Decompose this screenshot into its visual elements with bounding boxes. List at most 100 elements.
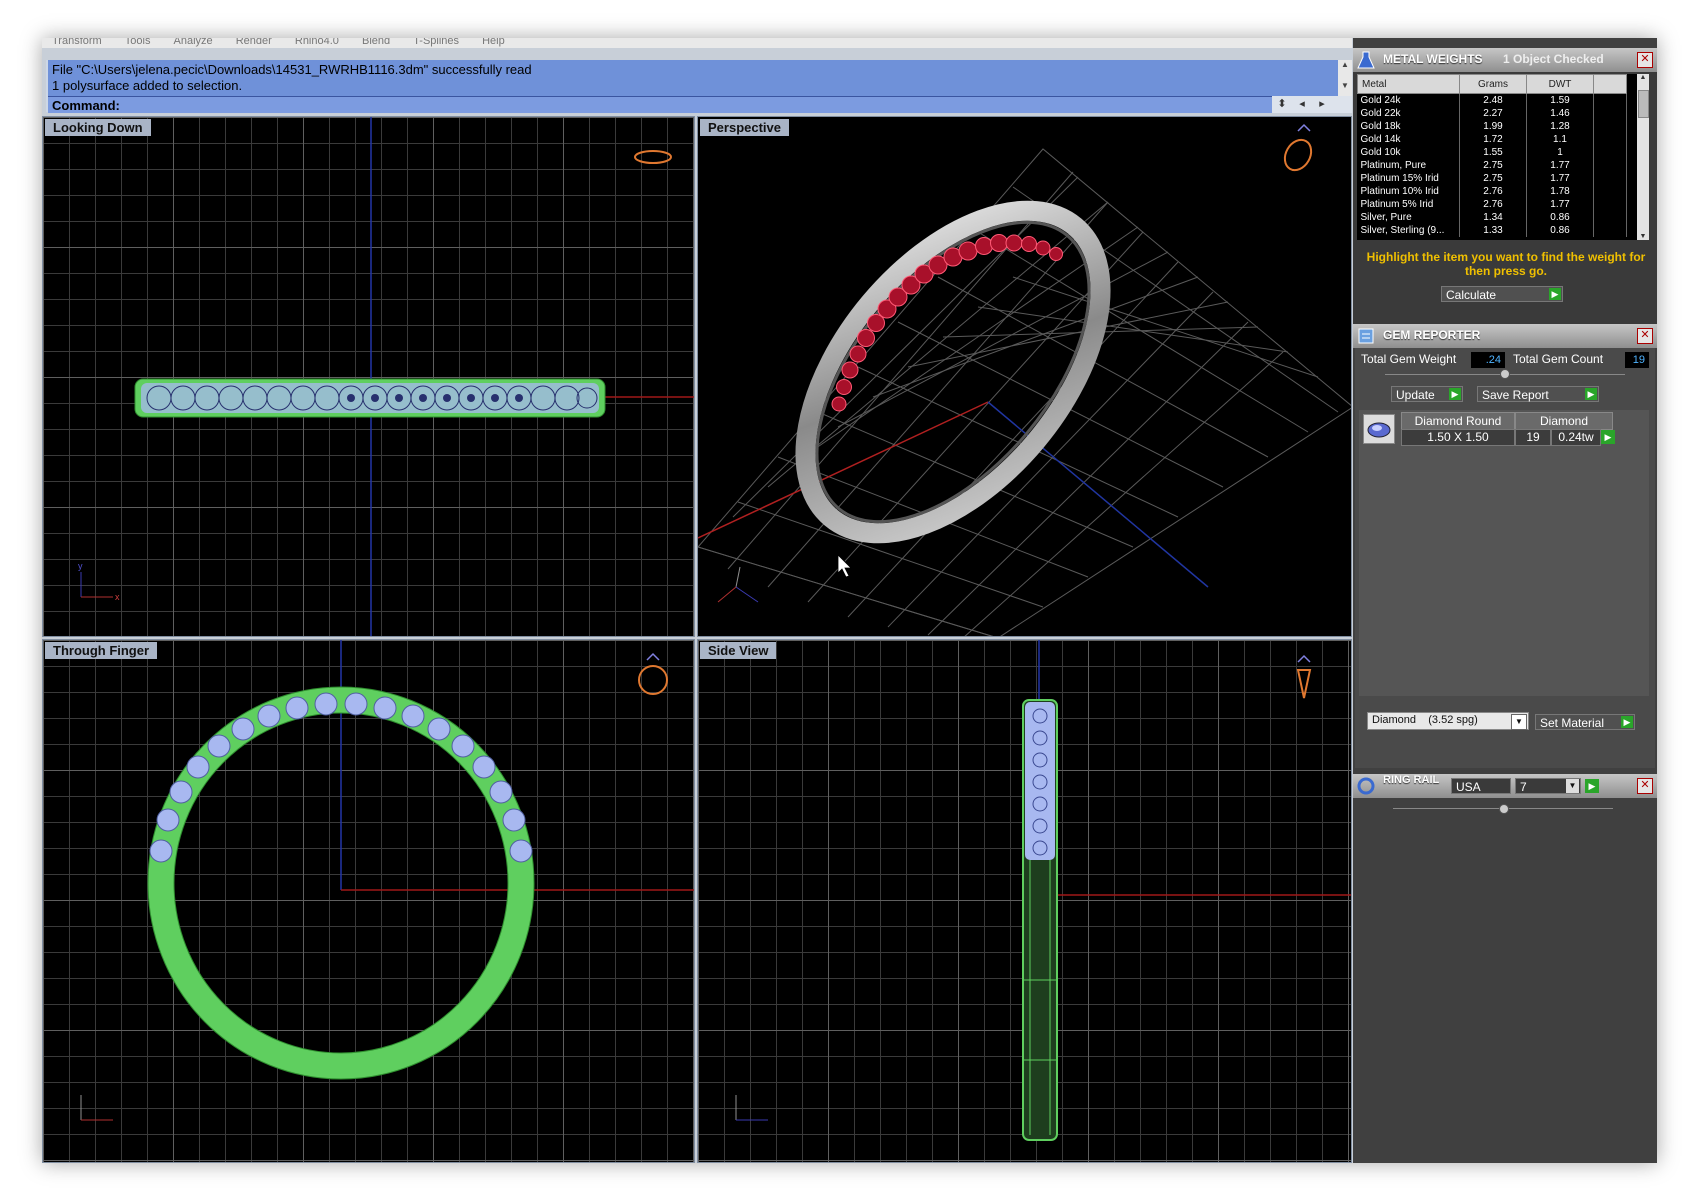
command-history: File "C:\Users\jelena.pecic\Downloads\14… bbox=[48, 60, 1338, 96]
flask-icon bbox=[1356, 50, 1376, 70]
row-spacer bbox=[1593, 146, 1627, 159]
chevron-down-icon[interactable]: ▼ bbox=[1566, 779, 1579, 793]
play-icon[interactable]: ▶ bbox=[1585, 388, 1597, 400]
command-area: File "C:\Users\jelena.pecic\Downloads\14… bbox=[46, 60, 1352, 113]
menu-bar: Transform Tools Analyze Render Rhino4.0 … bbox=[42, 38, 1352, 48]
play-icon[interactable]: ▶ bbox=[1585, 779, 1599, 793]
metal-name: Gold 10k bbox=[1357, 146, 1460, 159]
menu-help[interactable]: Help bbox=[482, 38, 505, 47]
column-header-dwt[interactable]: DWT bbox=[1526, 74, 1594, 94]
total-gem-weight-label: Total Gem Weight bbox=[1361, 352, 1457, 366]
viewport-looking-down[interactable]: y x Looking Down bbox=[42, 116, 695, 637]
gem-size: 1.50 X 1.50 bbox=[1401, 429, 1515, 446]
perspective-scene bbox=[698, 123, 1351, 636]
viewport-side-view[interactable]: Side View bbox=[697, 639, 1352, 1163]
viewport-label[interactable]: Looking Down bbox=[45, 119, 151, 136]
gem-row[interactable]: Diamond Round Diamond 1.50 X 1.50 19 0.2… bbox=[1361, 412, 1641, 446]
chevron-down-icon[interactable]: ▼ bbox=[1511, 714, 1527, 730]
viewport-label[interactable]: Side View bbox=[700, 642, 777, 659]
scroll-down-icon[interactable]: ▼ bbox=[1637, 233, 1649, 240]
table-row[interactable]: Platinum 5% Irid 2.76 1.77 bbox=[1357, 198, 1627, 211]
scroll-up-icon[interactable]: ▲ bbox=[1637, 74, 1649, 81]
metal-name: Platinum 15% Irid bbox=[1357, 172, 1460, 185]
column-header-spacer bbox=[1593, 74, 1627, 94]
table-row[interactable]: Gold 10k 1.55 1 bbox=[1357, 146, 1627, 159]
slider-knob-icon[interactable] bbox=[1500, 369, 1510, 379]
table-row[interactable]: Platinum, Pure 2.75 1.77 bbox=[1357, 159, 1627, 172]
metal-name: Silver, Pure bbox=[1357, 211, 1460, 224]
column-header-grams[interactable]: Grams bbox=[1459, 74, 1527, 94]
dwt-value: 1.77 bbox=[1526, 172, 1594, 185]
set-material-button[interactable]: Set Material ▶ bbox=[1535, 714, 1635, 730]
update-button[interactable]: Update ▶ bbox=[1391, 386, 1463, 402]
gem-weight: 0.24tw bbox=[1551, 429, 1601, 446]
ring-standard-value: USA bbox=[1456, 780, 1481, 794]
history-scrollbar[interactable]: ▲ ▼ bbox=[1338, 60, 1352, 96]
table-row[interactable]: Gold 24k 2.48 1.59 bbox=[1357, 93, 1627, 107]
axis-indicator bbox=[80, 1095, 113, 1121]
gem-reporter-body: Total Gem Weight .24 Total Gem Count 19 … bbox=[1355, 348, 1655, 768]
table-row[interactable]: Gold 22k 2.27 1.46 bbox=[1357, 107, 1627, 120]
row-spacer bbox=[1593, 172, 1627, 185]
table-row[interactable]: Gold 18k 1.99 1.28 bbox=[1357, 120, 1627, 133]
ring-3d bbox=[795, 200, 1111, 544]
viewport-label[interactable]: Perspective bbox=[700, 119, 789, 136]
ring-rail-header: RING RAIL USA 7 ▼ ▶ ✕ bbox=[1353, 774, 1657, 798]
row-spacer bbox=[1593, 211, 1627, 224]
gem-list: Diamond Round Diamond 1.50 X 1.50 19 0.2… bbox=[1359, 410, 1649, 696]
table-row[interactable]: Platinum 10% Irid 2.76 1.78 bbox=[1357, 185, 1627, 198]
grams-value: 1.33 bbox=[1459, 224, 1527, 237]
chevron-left-icon[interactable]: ◂ bbox=[1292, 96, 1312, 113]
table-row[interactable]: Silver, Sterling (9... 1.33 0.86 bbox=[1357, 224, 1627, 237]
calculate-button[interactable]: Calculate ▶ bbox=[1441, 286, 1563, 302]
save-report-button[interactable]: Save Report ▶ bbox=[1477, 386, 1599, 402]
ring-icon bbox=[1356, 776, 1376, 796]
dwt-value: 1.78 bbox=[1526, 185, 1594, 198]
metal-table-scrollbar[interactable]: ▲ ▼ bbox=[1637, 74, 1649, 240]
grams-value: 2.27 bbox=[1459, 107, 1527, 120]
panel-title: METAL WEIGHTS bbox=[1383, 52, 1483, 66]
play-icon[interactable]: ▶ bbox=[1621, 716, 1633, 728]
table-row[interactable]: Silver, Pure 1.34 0.86 bbox=[1357, 211, 1627, 224]
play-icon[interactable]: ▶ bbox=[1601, 430, 1615, 444]
scroll-down-icon[interactable]: ▼ bbox=[1338, 81, 1352, 90]
close-icon[interactable]: ✕ bbox=[1637, 328, 1653, 344]
menu-rhino[interactable]: Rhino4.0 bbox=[295, 38, 339, 47]
menu-transform[interactable]: Transform bbox=[52, 38, 102, 47]
ring-view-icon bbox=[1296, 654, 1312, 699]
scroll-up-icon[interactable]: ▲ bbox=[1338, 60, 1352, 69]
menu-tools[interactable]: Tools bbox=[125, 38, 151, 47]
metal-name: Gold 24k bbox=[1357, 93, 1460, 107]
material-select[interactable]: Diamond (3.52 spg) ▼ bbox=[1367, 712, 1529, 730]
menu-tsplines[interactable]: T-Splines bbox=[413, 38, 459, 47]
play-icon[interactable]: ▶ bbox=[1549, 288, 1561, 300]
slider-knob-icon[interactable] bbox=[1499, 804, 1509, 814]
metal-name: Gold 14k bbox=[1357, 133, 1460, 146]
scroll-thumb[interactable] bbox=[1638, 90, 1649, 118]
ring-standard-field[interactable]: USA bbox=[1451, 778, 1511, 794]
close-icon[interactable]: ✕ bbox=[1637, 778, 1653, 794]
dwt-value: 1.28 bbox=[1526, 120, 1594, 133]
grams-value: 2.75 bbox=[1459, 172, 1527, 185]
history-line: 1 polysurface added to selection. bbox=[52, 78, 243, 93]
dwt-value: 1 bbox=[1526, 146, 1594, 159]
table-row[interactable]: Gold 14k 1.72 1.1 bbox=[1357, 133, 1627, 146]
table-row[interactable]: Platinum 15% Irid 2.75 1.77 bbox=[1357, 172, 1627, 185]
metal-name: Platinum 10% Irid bbox=[1357, 185, 1460, 198]
metal-weights-header: METAL WEIGHTS 1 Object Checked ✕ bbox=[1353, 48, 1657, 72]
chevron-right-icon[interactable]: ▸ bbox=[1312, 96, 1332, 113]
menu-render[interactable]: Render bbox=[236, 38, 272, 47]
play-icon[interactable]: ▶ bbox=[1449, 388, 1461, 400]
menu-blend[interactable]: Blend bbox=[362, 38, 390, 47]
column-header-metal[interactable]: Metal bbox=[1357, 74, 1460, 94]
spin-icon[interactable]: ⬍ bbox=[1272, 96, 1292, 113]
close-icon[interactable]: ✕ bbox=[1637, 52, 1653, 68]
viewport-through-finger[interactable]: Through Finger bbox=[42, 639, 695, 1163]
viewport-perspective[interactable]: Perspective bbox=[697, 116, 1352, 637]
gem-shape-icon bbox=[1363, 414, 1395, 444]
command-input[interactable]: Command: bbox=[48, 96, 1288, 113]
viewport-label[interactable]: Through Finger bbox=[45, 642, 158, 659]
gem-reporter-header: GEM REPORTER ✕ bbox=[1353, 324, 1657, 348]
menu-analyze[interactable]: Analyze bbox=[174, 38, 213, 47]
ring-size-select[interactable]: 7 ▼ bbox=[1515, 778, 1581, 794]
